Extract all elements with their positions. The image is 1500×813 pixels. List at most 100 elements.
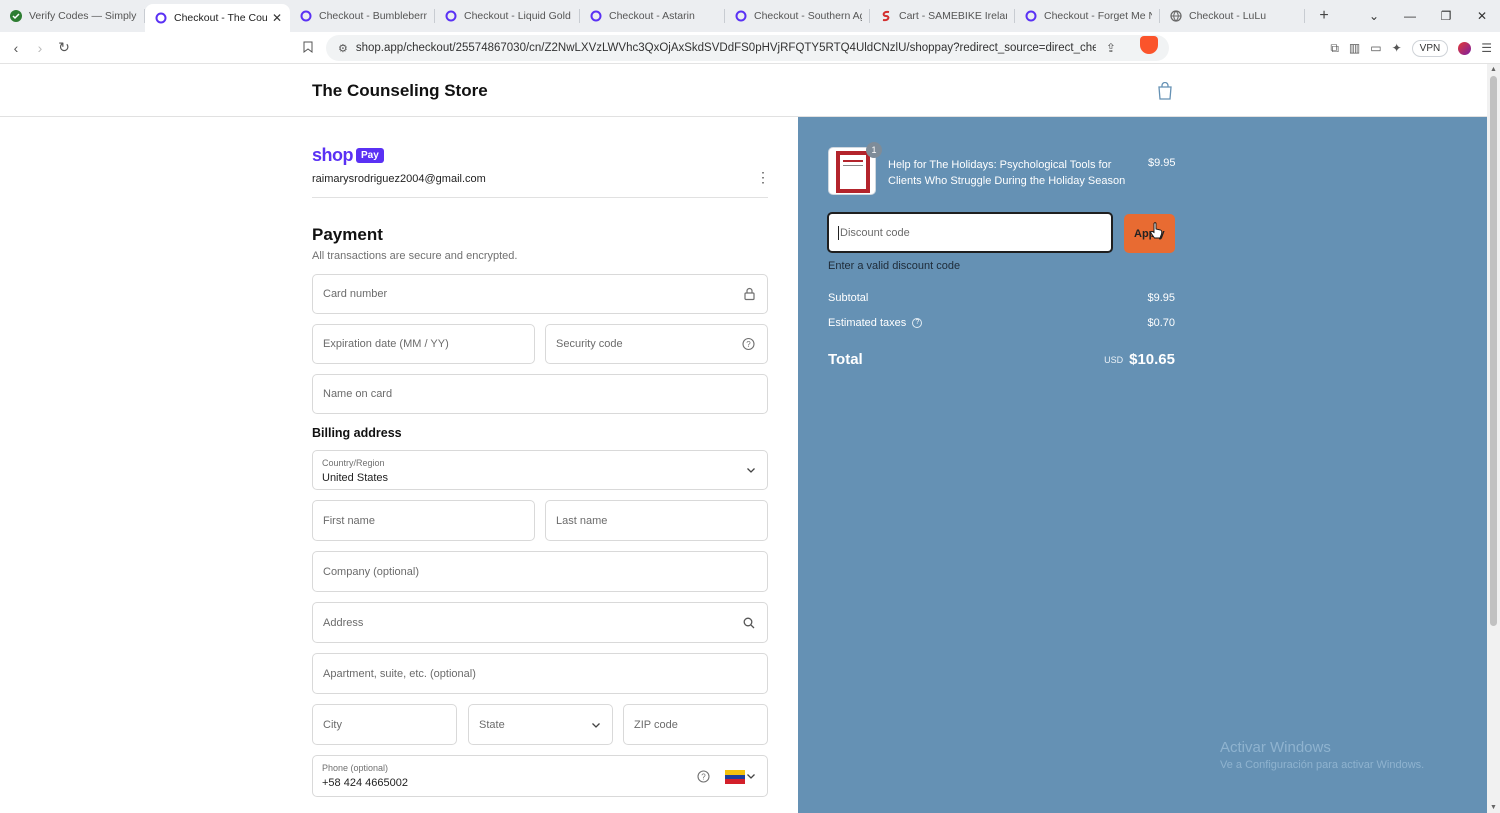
checkout-page: The Counseling Store shop Pay raimarysro… [0,64,1487,813]
phone-field[interactable]: Phone (optional) +58 424 4665002 ? [312,755,768,797]
company-field[interactable]: Company (optional) [312,551,768,592]
hand-cursor-icon [1150,222,1163,239]
scroll-down-icon[interactable]: ▼ [1490,804,1497,811]
secure-note: All transactions are secure and encrypte… [312,250,518,262]
sidebar-icon[interactable]: ▥ [1349,41,1360,55]
browser-tab[interactable]: Checkout - Liquid Gold G [435,0,580,32]
payment-heading: Payment [312,225,383,244]
scrollbar-thumb[interactable] [1490,76,1497,626]
restore-icon[interactable]: ❐ [1428,9,1464,23]
page-scrollbar[interactable]: ▲ ▼ [1487,64,1500,813]
close-tab-icon[interactable]: ✕ [272,11,282,25]
state-select[interactable]: State [468,704,613,745]
browser-tab[interactable]: Checkout - Astarin [580,0,725,32]
quantity-badge: 1 [866,142,882,158]
shop-icon [590,10,602,22]
share-icon[interactable]: ⇪ [1106,41,1116,55]
total-value: $10.65 [1129,351,1175,368]
windows-activation-watermark: Activar Windows Ve a Configuración para … [1220,739,1425,771]
profile-icon[interactable] [1458,41,1472,55]
tab-title: Cart - SAMEBIKE Ireland S [899,10,1007,22]
site-settings-icon[interactable]: ⚙ [338,42,348,55]
text-caret [838,225,839,240]
close-window-icon[interactable]: ✕ [1464,9,1500,23]
tab-search-icon[interactable]: ⌄ [1356,9,1392,23]
minimize-icon[interactable]: — [1392,9,1428,23]
tab-title: Checkout - Bumbleberry [319,10,427,22]
help-circle-icon[interactable]: ? [742,337,755,351]
shop-pay-logo: shop Pay [312,145,384,166]
shop-icon [155,12,167,24]
tab-title: Checkout - Southern Agr [754,10,862,22]
vpn-button[interactable]: VPN [1411,39,1449,57]
back-icon[interactable]: ‹ [4,40,28,56]
billing-heading: Billing address [312,426,402,440]
name-on-card-field[interactable]: Name on card [312,374,768,414]
lock-icon [744,287,755,301]
first-name-field[interactable]: First name [312,500,535,541]
divider [312,197,768,198]
url-bar[interactable]: ⚙ shop.app/checkout/25574867030/cn/Z2NwL… [326,35,1169,61]
store-name[interactable]: The Counseling Store [312,81,488,101]
menu-icon[interactable]: ☰ [1481,41,1492,55]
browser-tab[interactable]: Checkout - Southern Agr [725,0,870,32]
country-select[interactable]: Country/Region United States [312,450,768,490]
extensions-icon[interactable]: ⧉ [1330,41,1339,56]
search-icon [743,617,755,628]
browser-tab[interactable]: Checkout - LuLu [1160,0,1305,32]
apartment-field[interactable]: Apartment, suite, etc. (optional) [312,653,768,694]
shop-icon [735,10,747,22]
shop-icon [300,10,312,22]
expiration-field[interactable]: Expiration date (MM / YY) [312,324,535,364]
discount-error: Enter a valid discount code [828,260,961,272]
tab-title: Checkout - Astarin [609,10,695,22]
shop-icon [1025,10,1037,22]
store-header: The Counseling Store [0,64,1487,117]
svg-text:?: ? [701,773,706,782]
browser-tab[interactable]: Checkout - Bumbleberry [290,0,435,32]
city-field[interactable]: City [312,704,457,745]
browser-tab[interactable]: Cart - SAMEBIKE Ireland S [870,0,1015,32]
wallet-icon[interactable]: ▭ [1370,41,1381,55]
globe-icon [1170,10,1182,22]
discount-code-input[interactable]: Discount code [827,212,1113,253]
address-field[interactable]: Address [312,602,768,643]
new-tab-icon[interactable]: + [1309,7,1339,25]
tab-title: Checkout - LuLu [1189,10,1267,22]
product-price: $9.95 [1148,157,1176,169]
reload-icon[interactable]: ↻ [52,39,76,56]
address-toolbar: ‹ › ↻ ⚙ shop.app/checkout/25574867030/cn… [0,32,1500,64]
forward-icon[interactable]: › [28,40,52,56]
shop-icon [445,10,457,22]
subtotal-value: $9.95 [1147,292,1175,304]
venezuela-flag-icon[interactable] [725,770,745,784]
more-options-icon[interactable]: ⋮ [756,169,770,186]
total-label: Total [828,351,863,368]
scroll-up-icon[interactable]: ▲ [1490,66,1497,73]
shopping-bag-icon[interactable] [1157,82,1173,100]
taxes-value: $0.70 [1147,317,1175,329]
total-row: Total USD $10.65 [828,351,1175,368]
card-number-field[interactable]: Card number [312,274,768,314]
leo-ai-icon[interactable]: ✦ [1392,41,1402,55]
browser-tab-active[interactable]: Checkout - The Coun ✕ [145,4,290,32]
zip-field[interactable]: ZIP code [623,704,768,745]
bookmark-icon[interactable] [296,40,320,56]
window-controls: ⌄ — ❐ ✕ [1356,0,1500,32]
browser-tab[interactable]: Verify Codes — SimplyCo [0,0,145,32]
currency-code: USD [1104,354,1124,365]
extensions-area: ⧉ ▥ ▭ ✦ VPN ☰ [1330,32,1492,64]
last-name-field[interactable]: Last name [545,500,768,541]
info-icon[interactable]: ? [912,318,923,328]
subtotal-label: Subtotal [828,292,869,304]
order-summary: 1 Help for The Holidays: Psychological T… [798,117,1487,813]
help-circle-icon[interactable]: ? [697,770,710,783]
svg-text:?: ? [746,340,751,349]
brave-shield-icon[interactable] [1140,36,1158,54]
s-icon [880,10,892,22]
security-code-field[interactable]: Security code ? [545,324,768,364]
chevron-down-icon [747,774,755,779]
taxes-row: Estimated taxes ? $0.70 [828,317,1175,329]
browser-tab[interactable]: Checkout - Forget Me Ne [1015,0,1160,32]
tab-title: Checkout - The Coun [174,12,268,24]
